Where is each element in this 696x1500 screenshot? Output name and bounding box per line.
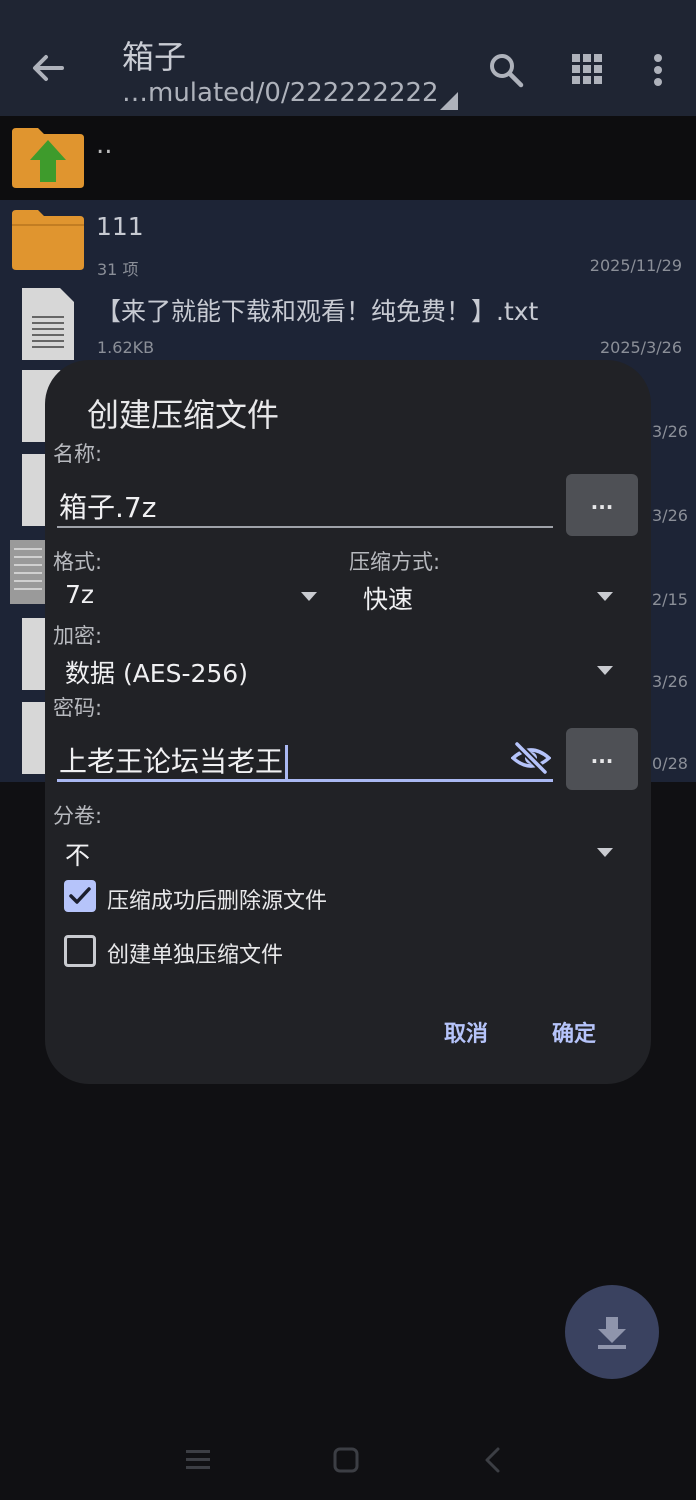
- password-input[interactable]: 上老王论坛当老王: [57, 736, 553, 782]
- file-date: 2025/3/26: [599, 338, 682, 357]
- list-item-file[interactable]: 【来了就能下载和观看！纯免费！】.txt 1.62KB 2025/3/26: [0, 280, 696, 360]
- checkmark-icon: [69, 887, 91, 904]
- text-caret: [285, 745, 289, 781]
- file-meta: 1.62KB: [97, 338, 155, 357]
- file-date: 0/28: [652, 754, 688, 773]
- name-label: 名称:: [53, 442, 103, 466]
- compression-method-select[interactable]: 快速: [363, 576, 613, 616]
- back-arrow-icon: [33, 55, 64, 81]
- chevron-down-icon: [597, 666, 613, 675]
- encryption-select[interactable]: 数据 (AES-256): [65, 650, 613, 690]
- separate-archive-label[interactable]: 创建单独压缩文件: [107, 937, 283, 969]
- current-path[interactable]: …mulated/0/222222222: [122, 78, 439, 108]
- ok-button[interactable]: 确定: [552, 1016, 596, 1048]
- file-meta: 31 项: [97, 260, 139, 279]
- chevron-down-icon: [597, 592, 613, 601]
- password-options-button[interactable]: ...: [566, 728, 638, 790]
- encryption-label: 加密:: [53, 624, 103, 648]
- chevron-down-icon: [597, 848, 613, 857]
- create-archive-dialog: 创建压缩文件 名称: 箱子.7z ... 格式: 7z 压缩方式: 快速 加密:…: [45, 360, 651, 1084]
- cancel-button[interactable]: 取消: [444, 1016, 488, 1048]
- grid-view-button[interactable]: [570, 52, 604, 86]
- format-select[interactable]: 7z: [65, 576, 317, 616]
- file-name: 111: [96, 212, 144, 241]
- file-date: 3/26: [652, 422, 688, 441]
- file-date: 2/15: [652, 590, 688, 609]
- home-icon[interactable]: [332, 1446, 360, 1474]
- system-navigation-bar: [0, 1420, 696, 1500]
- search-button[interactable]: [486, 50, 526, 90]
- browse-destination-button[interactable]: ...: [566, 474, 638, 536]
- delete-source-label[interactable]: 压缩成功后删除源文件: [107, 883, 327, 915]
- split-volume-select[interactable]: 不: [65, 832, 613, 872]
- parent-folder-label: ..: [96, 130, 113, 160]
- encryption-value: 数据 (AES-256): [65, 659, 248, 688]
- file-date: 3/26: [652, 506, 688, 525]
- download-icon: [598, 1317, 626, 1349]
- nav-back-icon[interactable]: [482, 1446, 502, 1474]
- password-value: 上老王论坛当老王: [59, 740, 289, 781]
- visibility-off-icon: [510, 741, 552, 775]
- separate-archive-checkbox[interactable]: [64, 935, 96, 967]
- folder-up-icon: [12, 128, 84, 188]
- dialog-title: 创建压缩文件: [87, 396, 280, 434]
- image-thumbnail-icon: [10, 540, 46, 604]
- compression-method-label: 压缩方式:: [349, 550, 441, 574]
- app-bar: 箱子 …mulated/0/222222222: [0, 0, 696, 116]
- archive-name-input[interactable]: 箱子.7z: [57, 482, 553, 528]
- file-date: 2025/11/29: [589, 256, 682, 275]
- password-label: 密码:: [53, 696, 103, 720]
- toggle-password-visibility-button[interactable]: [510, 738, 552, 778]
- split-volume-label: 分卷:: [53, 804, 103, 828]
- search-icon: [490, 54, 524, 88]
- parent-folder-row[interactable]: ..: [0, 116, 696, 200]
- file-date: 3/26: [652, 672, 688, 691]
- more-vert-icon: [654, 54, 662, 86]
- list-item-folder[interactable]: 111 31 项 2025/11/29: [0, 200, 696, 279]
- path-dropdown-icon[interactable]: [440, 92, 458, 110]
- more-options-button[interactable]: [646, 50, 670, 90]
- page-title: 箱子: [122, 38, 187, 76]
- folder-icon: [12, 210, 84, 270]
- text-file-icon: [22, 288, 74, 360]
- archive-name-value: 箱子.7z: [59, 491, 157, 524]
- delete-source-checkbox[interactable]: [64, 880, 96, 912]
- format-label: 格式:: [53, 550, 103, 574]
- file-name: 【来了就能下载和观看！纯免费！】.txt: [96, 297, 539, 326]
- split-volume-value: 不: [65, 841, 91, 870]
- back-button[interactable]: [26, 46, 70, 90]
- format-value: 7z: [65, 580, 95, 609]
- chevron-down-icon: [301, 592, 317, 601]
- grid-view-icon: [572, 54, 602, 84]
- recent-apps-icon[interactable]: [184, 1448, 212, 1472]
- download-fab-button[interactable]: [565, 1285, 659, 1379]
- compression-method-value: 快速: [363, 585, 414, 614]
